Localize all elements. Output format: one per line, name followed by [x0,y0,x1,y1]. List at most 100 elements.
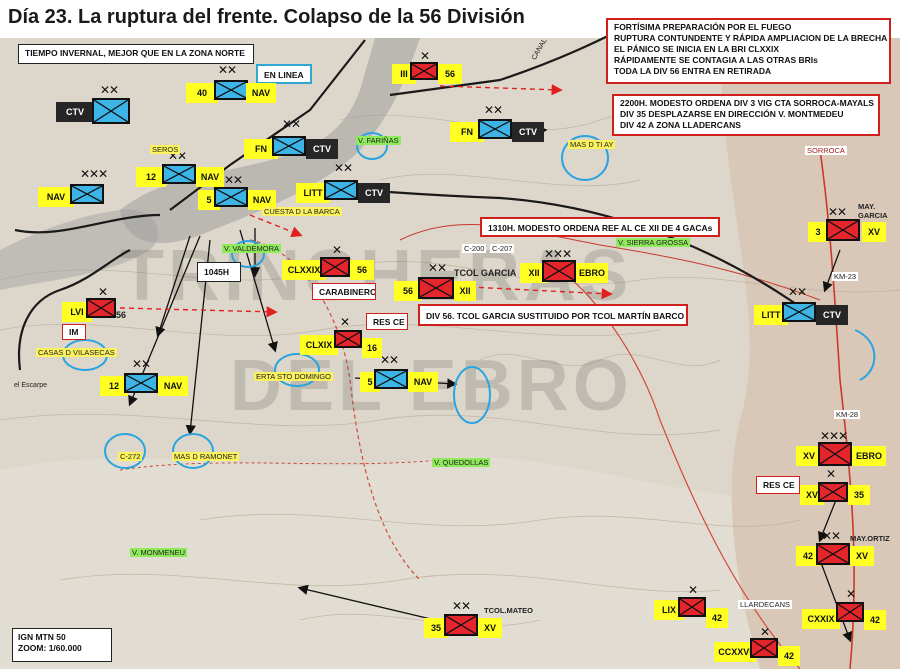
unit-litt2-corps: CTV [816,305,848,325]
echelon-mark: ✕✕ [218,63,237,77]
unit-rccxxvi-symbol[interactable] [750,638,778,658]
commander-tcol-mateo: TCOL.MATEO [484,606,534,615]
order-2200-line-3: DIV 42 A ZONA LLADERCANS [620,120,741,130]
place-seros: SEROS [150,145,181,154]
unit-rclxxix-symbol[interactable] [320,257,350,277]
unit-fn2-symbol[interactable] [478,119,512,139]
commander-tcol-garcia: TCOL GARCIA [454,268,517,278]
map-reference-box: IGN MTN 50 ZOOM: 1/60.000 [12,628,112,662]
place-c272: C-272 [118,452,143,461]
unit-navcorps-symbol[interactable] [70,184,104,204]
unit-rlix-symbol[interactable] [678,597,706,617]
unit-nav12b-symbol[interactable] [124,373,158,393]
unit-rclxix-symbol[interactable] [334,330,362,348]
unit-rxii-symbol[interactable] [418,277,454,299]
echelon-mark: ✕✕ [484,103,503,117]
echelon-mark: ✕ [760,625,770,639]
echelon-mark: ✕✕ [428,261,447,275]
echelon-mark: ✕✕ [282,117,301,131]
unit-fn1-symbol[interactable] [272,136,306,156]
echelon-mark: ✕✕ [828,205,847,219]
place-sierra-grossa: V. SIERRA GROSSA [616,238,691,247]
unit-nav5b-symbol[interactable] [374,369,408,389]
place-km28: KM-28 [834,410,861,419]
place-farinas: V. FARIÑAS [356,136,401,145]
place-monmeneu: V. MONMENEU [130,548,188,557]
place-cuesta-barca: CUESTA D LA BARCA [262,207,342,216]
place-casas-vilasecas: CASAS D VILASECAS [36,348,117,357]
place-mas-ramonet: MAS D RAMONET [172,452,240,461]
unit-fn2-corps: CTV [512,122,544,142]
place-c200: C-200 [462,244,487,253]
commander-may-garcia: MAY. GARCIA [858,202,888,220]
place-el-escarp: el Escarpe [14,382,48,389]
unit-nav12a-corps: NAV [196,167,224,187]
unit-nav5a-symbol[interactable] [214,187,248,207]
front-line-1: FORTÍSIMA PREPARACIÓN POR EL FUEGO [614,22,792,32]
unit-rclxxix-corps: 56 [350,260,374,280]
place-quedollas: V. QUEDOLLAS [432,458,491,467]
map-title: Día 23. La ruptura del frente. Colapso d… [8,6,525,28]
weather-note: TIEMPO INVERNAL, MEJOR QUE EN LA ZONA NO… [18,44,254,64]
place-erta-sto-domingo: ERTA STO DOMINGO [254,372,334,381]
map-ref-line-1: IGN MTN 50 [18,632,66,642]
unit-rxv35-symbol[interactable] [818,482,848,502]
unit-r42xv-corps: XV [850,546,874,566]
en-linea-label: EN LINEA [256,64,312,84]
unit-rlix-corps: 42 [706,608,728,628]
unit-rcxxix-number: CXXIX [802,609,840,629]
unit-ctv1-symbol[interactable] [92,98,130,124]
place-llardecans: LLARDECANS [738,600,793,609]
unit-rcxxix-symbol[interactable] [836,602,864,622]
place-km23: KM-23 [832,272,859,281]
unit-r3xv-number: 3 [808,222,828,242]
unit-ctv1-corps: CTV [56,102,94,122]
echelon-mark: ✕✕✕ [820,429,848,443]
echelon-mark: ✕✕ [100,83,119,97]
echelon-mark: ✕ [688,583,698,597]
unit-r3-symbol[interactable] [410,62,438,80]
echelon-mark: ✕ [420,49,430,63]
echelon-mark: ✕ [98,285,108,299]
unit-rclxix-corps: 16 [362,338,382,358]
echelon-mark: ✕✕ [788,285,807,299]
echelon-mark: ✕ [340,315,350,329]
unit-rlvi-symbol[interactable] [86,298,116,318]
unit-litt2-symbol[interactable] [782,302,816,322]
unit-r35xv-symbol[interactable] [444,614,478,636]
unit-nav5b-corps: NAV [408,372,438,392]
unit-nav40-corps: NAV [246,83,276,103]
res-ce-label-2: RES CE [756,476,800,494]
unit-nav40-symbol[interactable] [214,80,248,100]
unit-rxiiebro-corps: EBRO [576,263,608,283]
echelon-mark: ✕✕ [224,173,243,187]
unit-rxv35-corps: 35 [848,485,870,505]
unit-rxvebro-corps: EBRO [852,446,886,466]
unit-r3xv-symbol[interactable] [826,219,860,241]
echelon-mark: ✕✕ [380,353,399,367]
unit-littctv-corps: CTV [358,183,390,203]
echelon-mark: ✕✕ [822,529,841,543]
place-valdemora: V. VALDEMORA [222,244,282,253]
div56-note-box: DIV 56. TCOL GARCIA SUSTITUIDO POR TCOL … [418,304,688,326]
place-sorroca: SORROCA [805,146,847,155]
unit-rxiiebro-symbol[interactable] [542,260,576,282]
echelon-mark: ✕✕ [334,161,353,175]
unit-r3xv-corps: XV [862,222,886,242]
unit-r3-corps: 56 [438,64,462,84]
commander-may-garcia-name: GARCIA [858,211,888,220]
unit-nav12b-corps: NAV [158,376,188,396]
unit-fn1-corps: CTV [306,139,338,159]
front-line-3: EL PÁNICO SE INICIA EN LA BRI CLXXIX [614,44,779,54]
unit-r35xv-corps: XV [478,618,502,638]
unit-r42xv-symbol[interactable] [816,543,850,565]
place-c207: C-207 [490,244,515,253]
unit-nav12a-symbol[interactable] [162,164,196,184]
echelon-mark: ✕ [846,587,856,601]
order-2200-line-2: DIV 35 DESPLAZARSE EN DIRECCIÓN V. MONTM… [620,109,844,119]
unit-littctv-symbol[interactable] [324,180,358,200]
order-2200-box: 2200H. MODESTO ORDENA DIV 3 VIG CTA SORR… [612,94,880,136]
unit-rcxxix-corps: 42 [864,610,886,630]
order-2200-line-1: 2200H. MODESTO ORDENA DIV 3 VIG CTA SORR… [620,98,874,108]
unit-rxvebro-symbol[interactable] [818,442,852,466]
